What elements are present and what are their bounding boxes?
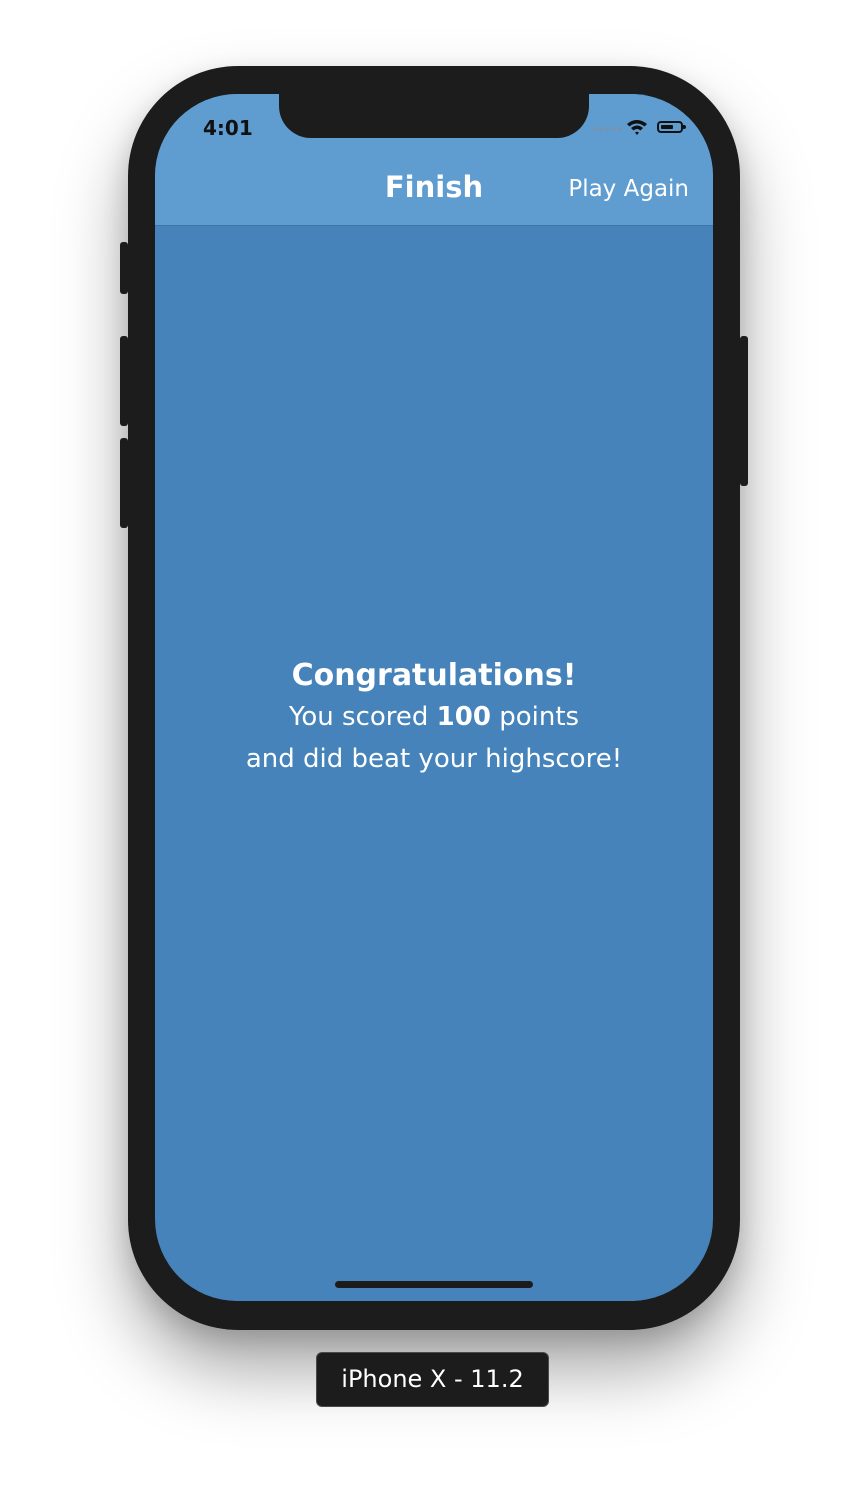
volume-down-button — [120, 438, 128, 528]
wifi-icon — [627, 120, 647, 135]
volume-up-button — [120, 336, 128, 426]
highscore-line: and did beat your highscore! — [245, 744, 623, 774]
navigation-bar: 4:01 Finish Play Again — [155, 94, 713, 226]
score-value: 100 — [436, 702, 491, 732]
mute-switch — [120, 242, 128, 294]
battery-icon — [657, 121, 686, 133]
congrats-headline: Congratulations! — [291, 658, 577, 693]
power-button — [740, 336, 748, 486]
score-prefix: You scored — [288, 702, 437, 732]
status-time: 4:01 — [203, 116, 253, 140]
score-line: You scored 100 points — [155, 696, 713, 738]
result-message: Congratulations! You scored 100 points a… — [155, 656, 713, 780]
simulator-device-label: iPhone X - 11.2 — [316, 1352, 549, 1407]
score-suffix: points — [490, 702, 580, 732]
home-indicator[interactable] — [335, 1281, 533, 1288]
cellular-signal-icon — [593, 127, 621, 131]
play-again-button[interactable]: Play Again — [568, 176, 689, 202]
device-notch — [279, 94, 589, 138]
app-screen: 4:01 Finish Play Again Congratulations! … — [155, 94, 713, 1301]
